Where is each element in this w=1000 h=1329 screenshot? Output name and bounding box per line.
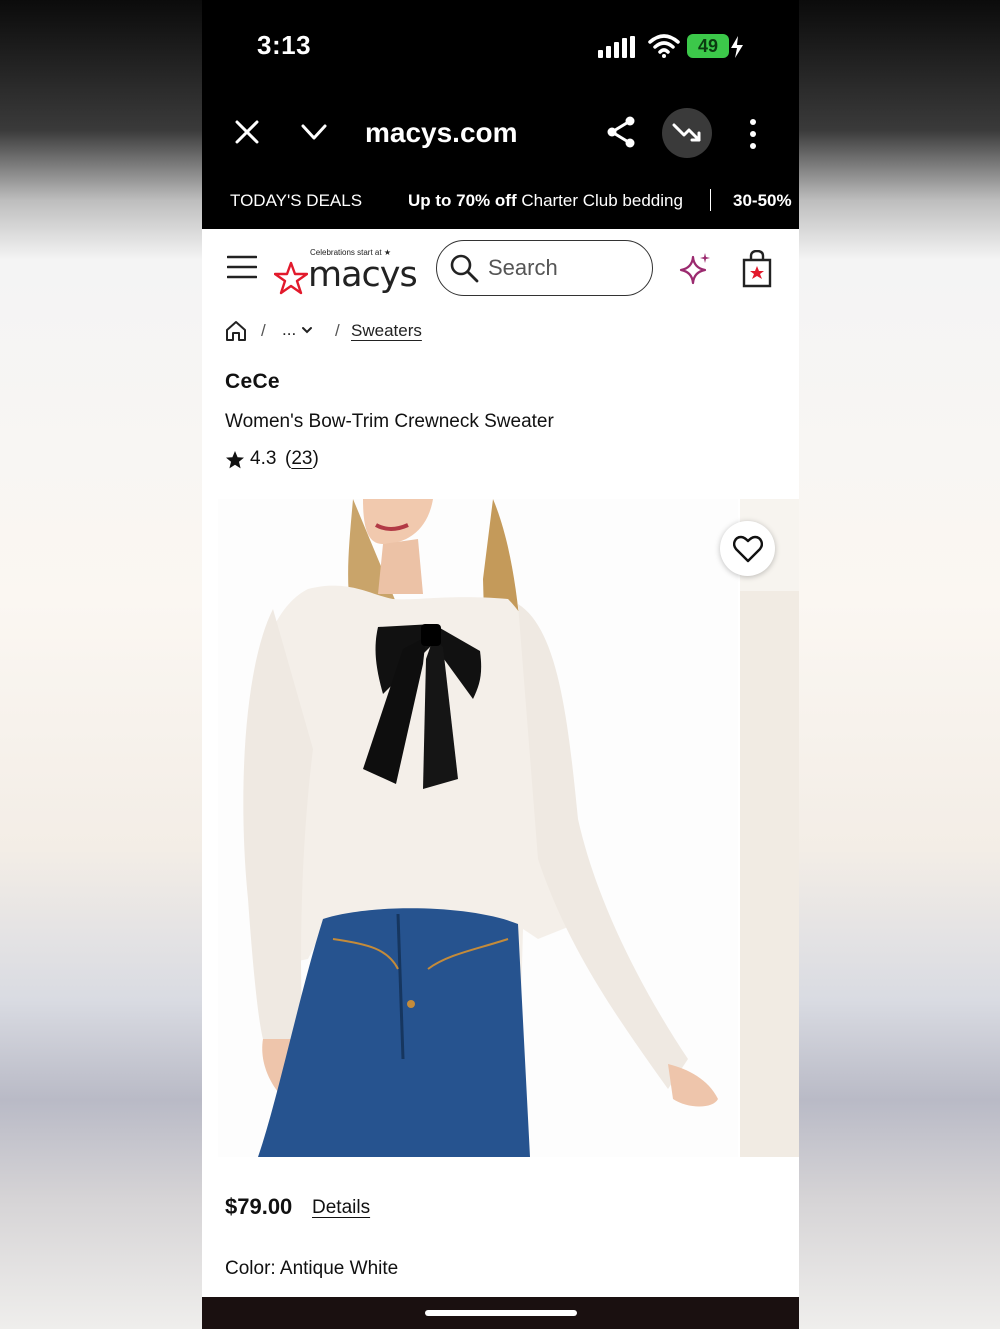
trending-down-icon	[672, 123, 701, 142]
wifi-icon	[648, 34, 680, 58]
share-icon[interactable]	[604, 115, 638, 149]
model-in-sweater-illustration	[243, 499, 718, 1157]
breadcrumb-sweaters-link[interactable]: Sweaters	[351, 321, 422, 341]
search-icon	[450, 254, 479, 283]
heart-icon	[733, 535, 763, 563]
logo-wordmark: macys	[308, 255, 418, 295]
review-count-link[interactable]: (23)	[285, 448, 319, 470]
search-placeholder: Search	[488, 255, 558, 280]
url-text[interactable]: macys.com	[365, 117, 518, 149]
search-input[interactable]: Search	[436, 240, 653, 296]
sparkle-ai-icon[interactable]	[677, 251, 713, 287]
home-icon[interactable]	[225, 320, 247, 342]
star-logo-icon	[274, 261, 308, 295]
review-count: 23	[291, 448, 313, 469]
next-image-preview	[740, 591, 799, 1157]
promo-highlight: Up to 70% off	[408, 191, 517, 210]
product-image[interactable]	[218, 499, 738, 1157]
star-icon	[226, 451, 244, 469]
product-price: $79.00	[225, 1194, 293, 1219]
breadcrumb-separator: /	[335, 321, 340, 340]
product-brand[interactable]: CeCe	[225, 370, 280, 394]
status-time: 3:13	[257, 30, 312, 60]
site-header: Celebrations start at ★ macys Search	[202, 229, 799, 309]
next-product-image[interactable]	[740, 499, 799, 1157]
product-title: Women's Bow-Trim Crewneck Sweater	[225, 411, 554, 432]
browser-toolbar: macys.com	[202, 95, 799, 173]
deals-divider	[710, 189, 711, 211]
todays-deals-link[interactable]: TODAY'S DEALS	[230, 191, 362, 211]
chevron-down-icon[interactable]	[301, 324, 313, 336]
favorite-button[interactable]	[720, 521, 775, 576]
product-image-carousel[interactable]	[202, 499, 799, 1157]
breadcrumb-separator: /	[261, 321, 266, 340]
battery-level: 49	[697, 36, 719, 56]
home-indicator[interactable]	[425, 1310, 577, 1316]
close-icon[interactable]	[232, 117, 262, 147]
battery-icon: 49	[687, 34, 745, 60]
promo-text: Charter Club bedding	[516, 191, 683, 210]
macys-logo[interactable]: Celebrations start at ★ macys	[274, 245, 422, 295]
chevron-down-icon[interactable]	[299, 117, 329, 147]
deals-promo-link[interactable]: Up to 70% off Charter Club bedding	[408, 191, 683, 211]
phone-screen: 3:13 49 macys.com TODAY'S DEALS Up to 70…	[202, 0, 799, 1329]
status-bar: 3:13 49	[202, 0, 799, 95]
breadcrumb: / ... / Sweaters	[225, 318, 785, 348]
selected-color-label: Color: Antique White	[225, 1258, 399, 1279]
rating-value: 4.3	[250, 448, 277, 469]
price-tracking-button[interactable]	[662, 108, 712, 158]
more-options-icon[interactable]	[747, 117, 759, 151]
cellular-signal-icon	[598, 36, 635, 58]
shopping-bag-icon[interactable]	[740, 250, 774, 288]
breadcrumb-more[interactable]: ...	[282, 320, 296, 340]
deals-next-promo[interactable]: 30-50%	[733, 191, 792, 211]
deals-banner: TODAY'S DEALS Up to 70% off Charter Club…	[202, 173, 799, 229]
menu-icon[interactable]	[227, 254, 257, 280]
charging-bolt-icon	[731, 36, 743, 58]
price-details-link[interactable]: Details	[312, 1197, 370, 1219]
